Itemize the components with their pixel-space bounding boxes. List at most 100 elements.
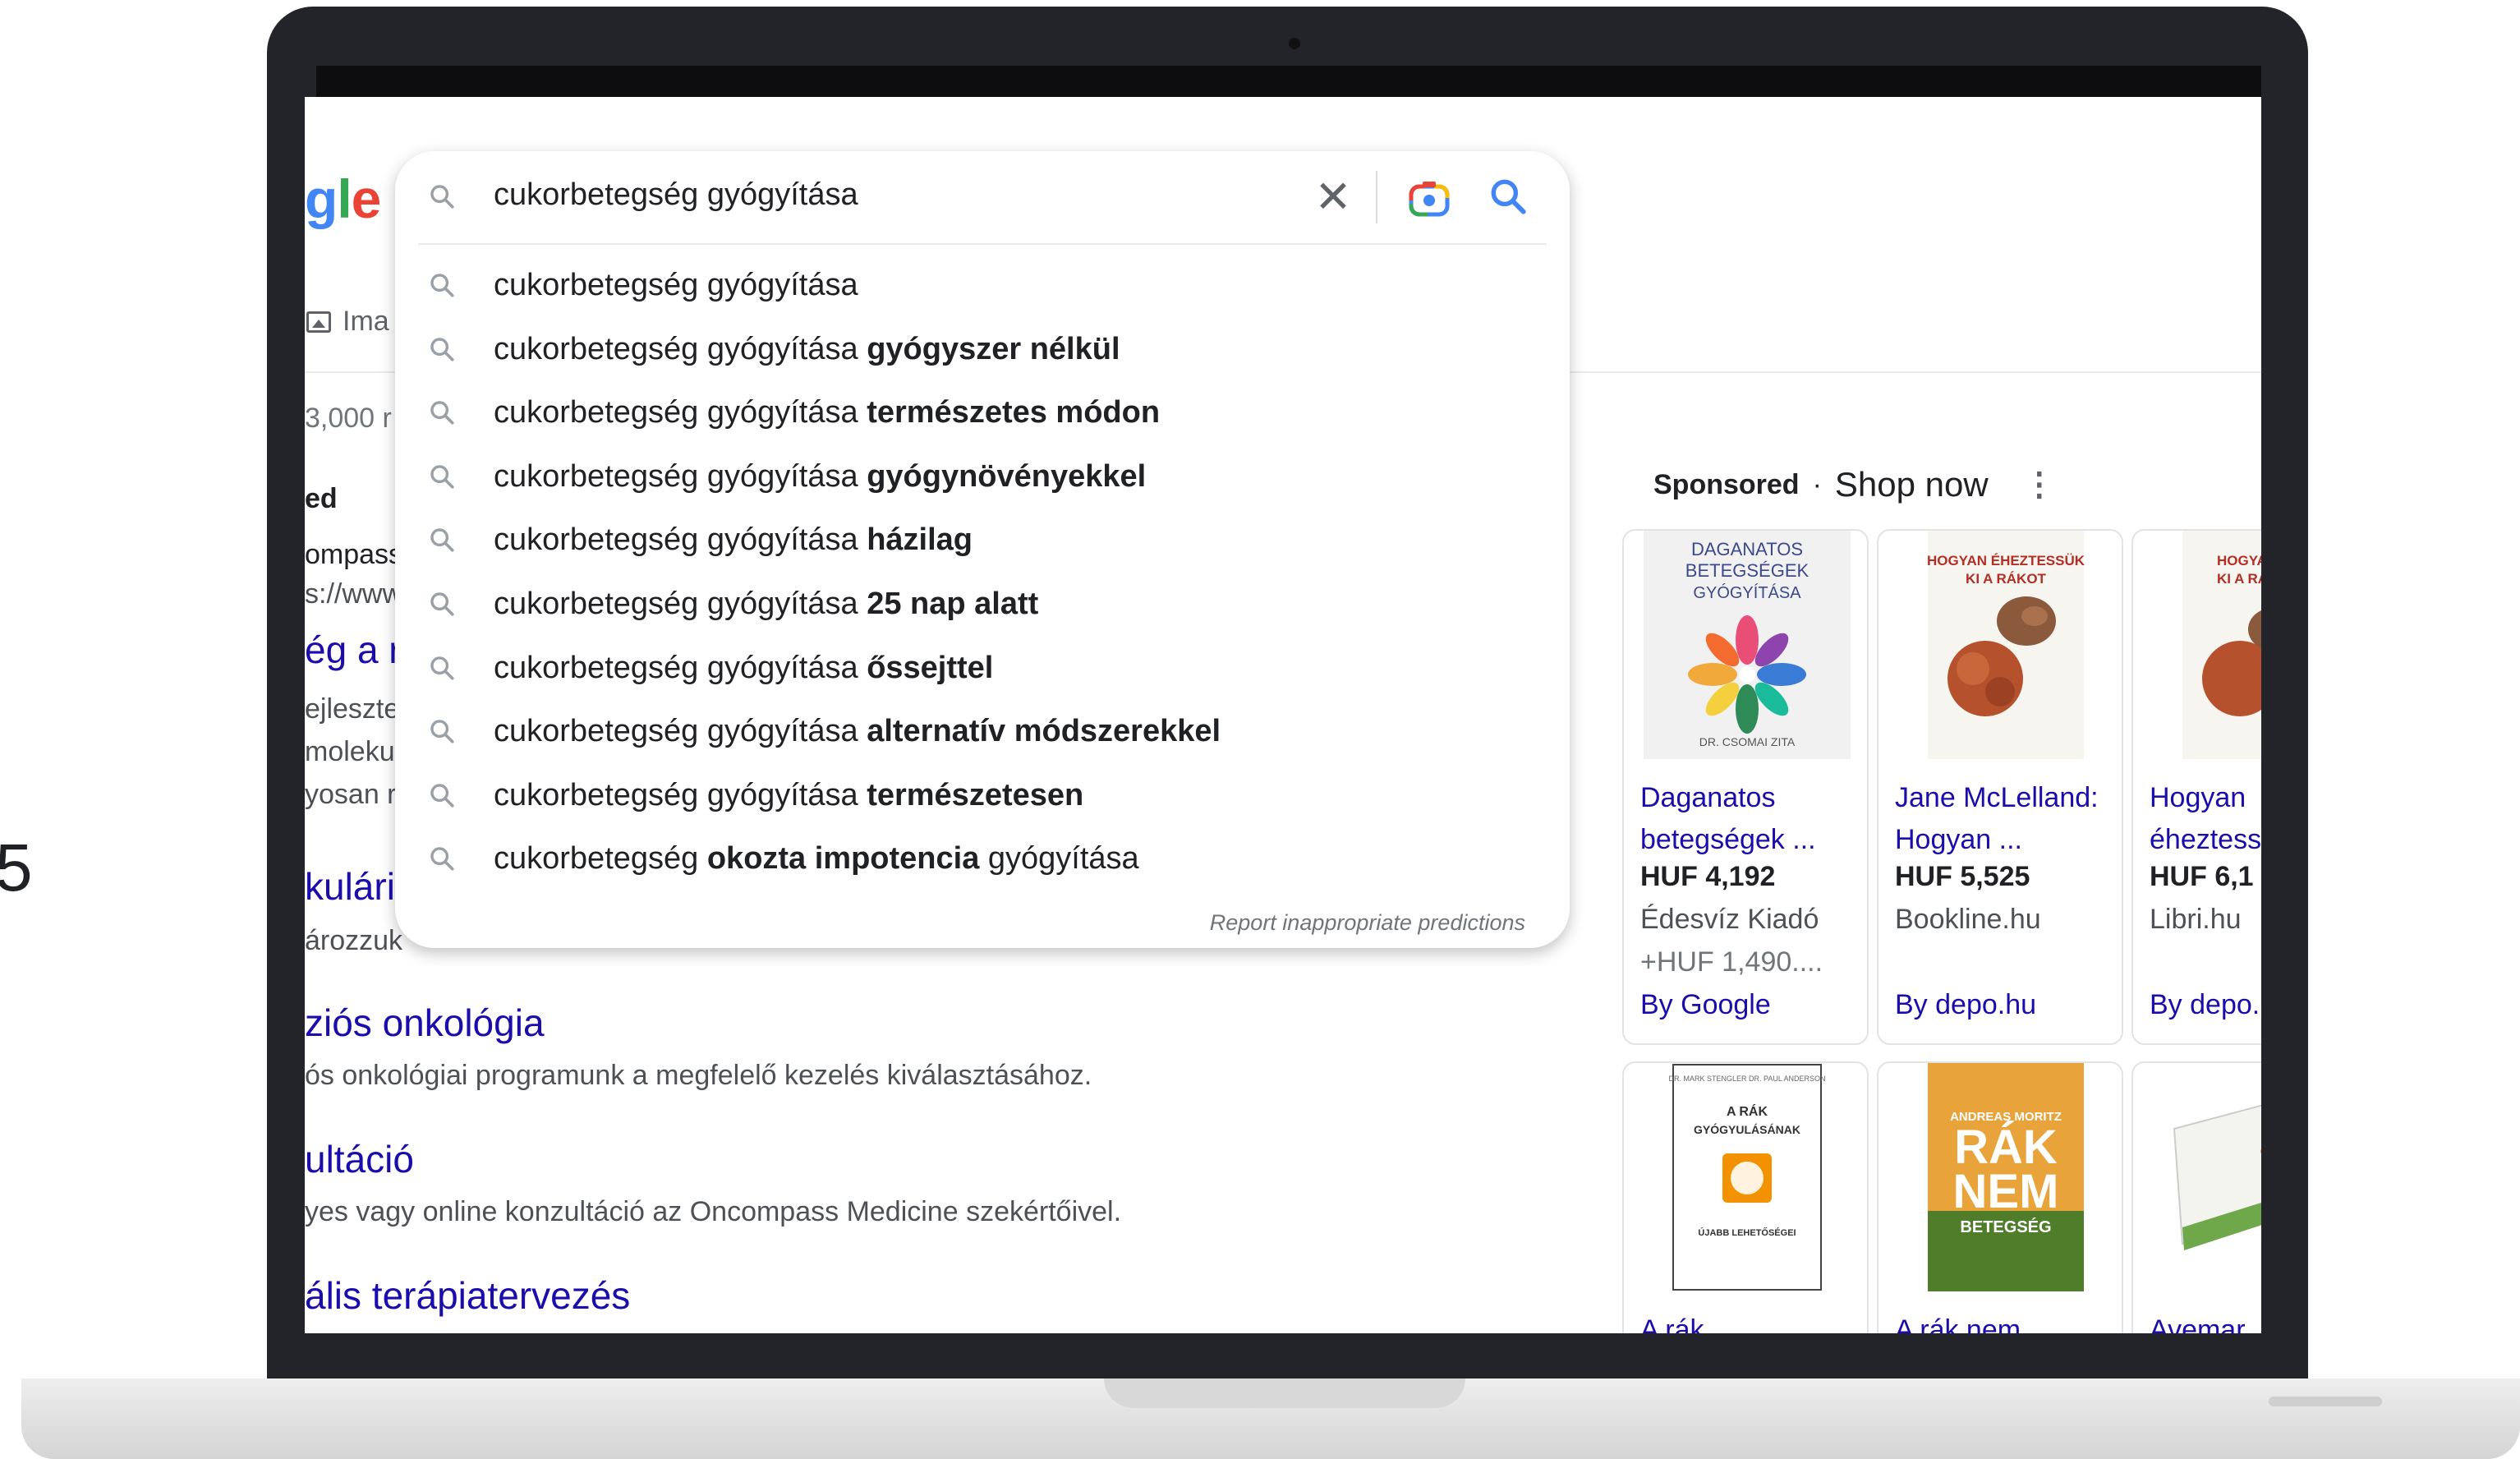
sitelink-kulari[interactable]: kulári (305, 864, 395, 909)
svg-text:GYÓGYULÁSÁNAK: GYÓGYULÁSÁNAK (1694, 1122, 1800, 1136)
suggestion-item[interactable]: cukorbetegség gyógyítása őssejttel (395, 636, 1570, 700)
product-store: Bookline.hu (1895, 904, 2041, 935)
product-card-6[interactable]: ave Avemar (2131, 1061, 2261, 1333)
image-icon (306, 311, 331, 333)
suggestion-item[interactable]: cukorbetegség gyógyítása (395, 253, 1570, 317)
sponsored-fragment: ed (305, 483, 338, 514)
suggestion-list: cukorbetegség gyógyítása cukorbetegség g… (395, 253, 1570, 891)
product-price: HUF 6,1 (2150, 861, 2254, 892)
result-snippet-line-1: ejleszte (305, 693, 400, 725)
suggestion-item[interactable]: cukorbetegség gyógyítása házilag (395, 508, 1570, 572)
product-title[interactable]: A rák nem (1895, 1314, 2021, 1333)
laptop-mockup: 5 gle Ima 3,000 r ed ompass s://www.c ég… (0, 0, 2520, 1459)
svg-text:DR. CSOMAI ZITA: DR. CSOMAI ZITA (1699, 735, 1796, 748)
product-card-2[interactable]: HOGYAN ÉHEZTESSÜK KI A RÁKOT Jane McLell… (1877, 529, 2123, 1045)
product-price: HUF 5,525 (1895, 861, 2030, 892)
sponsored-label: Sponsored (1653, 468, 1800, 500)
separator-dot: · (1812, 468, 1822, 500)
search-icon (430, 720, 454, 743)
search-autocomplete: cukorbetegség gyógyítása ✕ cukorbetegség… (395, 151, 1570, 948)
laptop-foot (2269, 1397, 2382, 1406)
suggestion-item[interactable]: cukorbetegség gyógyítása alternatív móds… (395, 699, 1570, 763)
svg-text:HOGYAN ÉHEZTESSÜK: HOGYAN ÉHEZTESSÜK (1927, 553, 2085, 568)
sitelink-terapiatervezes[interactable]: ális terápiatervezés (305, 1273, 630, 1318)
more-options-icon[interactable]: ⋮ (2023, 466, 2056, 504)
search-icon (430, 185, 454, 209)
svg-text:ÚJABB LEHETŐSÉGEI: ÚJABB LEHETŐSÉGEI (1698, 1227, 1796, 1238)
autocomplete-divider (418, 243, 1547, 245)
product-title[interactable]: Avemar (2150, 1314, 2246, 1333)
sitelink-onkologia[interactable]: ziós onkológia (305, 1001, 545, 1045)
product-box-6: ave (2150, 1063, 2261, 1291)
site-name: ompass (305, 539, 403, 570)
product-by-link[interactable]: By Google (1640, 989, 1771, 1021)
sponsored-header: Sponsored · Shop now ⋮ (1653, 465, 2056, 504)
product-price: HUF 4,192 (1640, 861, 1776, 892)
svg-text:KI A RÁKOT: KI A RÁKOT (1966, 571, 2047, 587)
svg-text:BETEGSÉG: BETEGSÉG (1960, 1217, 2051, 1236)
svg-text:ave: ave (2260, 1134, 2261, 1161)
book-cover-1: DAGANATOS BETEGSÉGEK GYÓGYÍTÁSA DR. CSOM… (1640, 531, 1854, 759)
product-title[interactable]: Daganatos betegségek ... (1640, 777, 1862, 861)
search-input[interactable]: cukorbetegség gyógyítása (494, 177, 858, 213)
result-snippet-line-3: yosan r (305, 779, 397, 810)
search-divider (1376, 171, 1377, 223)
cut-off-digit: 5 (0, 831, 33, 905)
tab-images-label: Ima (343, 306, 389, 337)
product-title[interactable]: Hogyan éheztess (2150, 777, 2261, 861)
product-card-4[interactable]: DR. MARK STENGLER DR. PAUL ANDERSON A RÁ… (1622, 1061, 1869, 1333)
sitelink-kulari-desc: ározzuk (305, 925, 403, 956)
product-by-link[interactable]: By depo. (2150, 989, 2260, 1021)
webcam (1289, 38, 1300, 49)
bezel-top-strip (316, 66, 2261, 99)
shop-now-heading: Shop now (1834, 465, 1989, 504)
svg-text:BETEGSÉGEK: BETEGSÉGEK (1685, 560, 1810, 581)
suggestion-item[interactable]: cukorbetegség gyógyítása természetesen (395, 763, 1570, 827)
google-search-icon[interactable] (1488, 176, 1529, 217)
product-title[interactable]: Jane McLelland: Hogyan ... (1895, 777, 2117, 861)
book-cover-3: HOGYAN ÉHE KI A RÁKO (2150, 531, 2261, 759)
suggestion-item[interactable]: cukorbetegség gyógyítása gyógyszer nélkü… (395, 317, 1570, 381)
suggestion-item[interactable]: cukorbetegség gyógyítása természetes mód… (395, 380, 1570, 444)
search-icon (430, 465, 454, 489)
suggestion-item[interactable]: cukorbetegség gyógyítása 25 nap alatt (395, 572, 1570, 636)
svg-text:GYÓGYÍTÁSA: GYÓGYÍTÁSA (1693, 583, 1801, 602)
search-icon (430, 847, 454, 871)
sitelink-konzultacio[interactable]: ultáció (305, 1137, 414, 1181)
product-card-5[interactable]: ANDREAS MORITZ RÁK NEM BETEGSÉG A rák ne… (1877, 1061, 2123, 1333)
search-icon (430, 337, 454, 361)
product-shipping: +HUF 1,490.... (1640, 946, 1823, 978)
book-cover-2: HOGYAN ÉHEZTESSÜK KI A RÁKOT (1895, 531, 2108, 759)
browser-screen: gle Ima 3,000 r ed ompass s://www.c ég a… (305, 97, 2261, 1333)
product-store: Édesvíz Kiadó (1640, 904, 1819, 935)
product-title[interactable]: A rák (1640, 1314, 1704, 1333)
search-box: cukorbetegség gyógyítása ✕ (395, 151, 1570, 243)
suggestion-item[interactable]: cukorbetegség okozta impotencia gyógyítá… (395, 826, 1570, 891)
search-icon (430, 274, 454, 297)
product-card-3[interactable]: HOGYAN ÉHE KI A RÁKO Hogyanéheztess HUF … (2131, 529, 2261, 1045)
search-icon (430, 401, 454, 425)
results-count: 3,000 r (305, 403, 392, 434)
google-logo[interactable]: gle (305, 168, 381, 230)
search-icon (430, 784, 454, 808)
suggestion-item[interactable]: cukorbetegség gyógyítása gyógynövényekke… (395, 444, 1570, 509)
product-card-1[interactable]: DAGANATOS BETEGSÉGEK GYÓGYÍTÁSA DR. CSOM… (1622, 529, 1869, 1045)
product-by-link[interactable]: By depo.hu (1895, 989, 2036, 1021)
result-link-1[interactable]: ég a r (305, 628, 402, 672)
svg-text:HOGYAN ÉHE: HOGYAN ÉHE (2217, 553, 2261, 568)
google-lens-icon[interactable] (1409, 179, 1450, 217)
laptop-notch (1104, 1378, 1465, 1408)
svg-text:A RÁK: A RÁK (1727, 1103, 1768, 1119)
book-cover-5: ANDREAS MORITZ RÁK NEM BETEGSÉG (1895, 1063, 2108, 1291)
book-cover-4: DR. MARK STENGLER DR. PAUL ANDERSON A RÁ… (1640, 1063, 1854, 1291)
svg-text:DR. MARK STENGLER DR. PAUL AND: DR. MARK STENGLER DR. PAUL ANDERSON (1668, 1075, 1825, 1083)
report-predictions-link[interactable]: Report inappropriate predictions (1210, 910, 1525, 936)
search-icon (430, 592, 454, 616)
tab-images[interactable]: Ima (306, 306, 389, 338)
sitelink-konzultacio-desc: yes vagy online konzultáció az Oncompass… (305, 1196, 1122, 1227)
search-icon (430, 656, 454, 680)
svg-text:KI A RÁKO: KI A RÁKO (2217, 571, 2261, 587)
svg-text:DAGANATOS: DAGANATOS (1691, 539, 1803, 559)
clear-icon[interactable]: ✕ (1308, 173, 1358, 222)
sitelink-onkologia-desc: ós onkológiai programunk a megfelelő kez… (305, 1060, 1092, 1091)
